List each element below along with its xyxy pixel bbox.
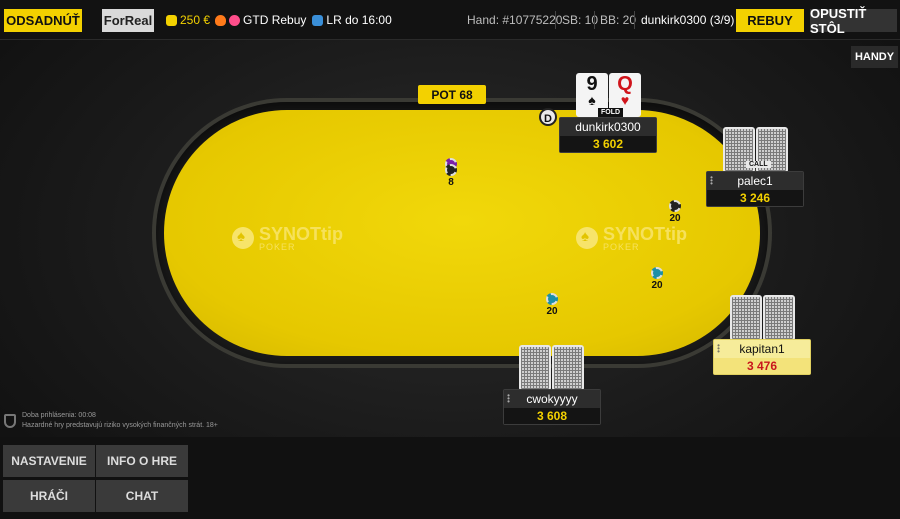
heart-icon: [229, 14, 241, 26]
menu-dots-icon: • • •: [507, 391, 510, 406]
player-stack: 3 476: [714, 358, 810, 374]
pot-label: POT 68: [418, 85, 486, 104]
user-info: dunkirk0300 (3/9): [641, 13, 735, 27]
table-logo-left: SYNOTtipPOKER: [232, 224, 343, 252]
top-bar: ODSADNÚŤ ForReal 250 € GTD Rebuy LR do 1…: [0, 0, 900, 40]
divider: [634, 11, 635, 29]
card-back: [519, 345, 551, 391]
login-duration: Doba prihlásenia: 00:08: [22, 412, 96, 419]
player-name: cwokyyyy: [504, 390, 600, 408]
hand-number: Hand: #10775220: [467, 13, 563, 27]
player-name: dunkirk0300: [560, 118, 656, 136]
chat-button[interactable]: CHAT: [96, 480, 188, 512]
moneybag-icon: [166, 14, 177, 26]
card-back: [552, 345, 584, 391]
bet-amount: 20: [546, 306, 558, 317]
player-seat-cwokyyyy[interactable]: • • • cwokyyyy 3 608: [503, 389, 601, 425]
hands-button[interactable]: HANDY: [851, 46, 898, 68]
player-name: palec1: [707, 172, 803, 190]
leave-table-button[interactable]: OPUSTIŤ STÔL: [810, 6, 897, 36]
chip-icon: [651, 267, 663, 279]
bet-amount: 20: [669, 213, 681, 224]
spade-logo-icon: [576, 227, 598, 249]
spade-suit-icon: ♠: [588, 92, 596, 108]
rebuy-button[interactable]: REBUY: [736, 9, 804, 32]
fire-icon: [215, 14, 227, 26]
player-seat-kapitan[interactable]: • • • kapitan1 3 476: [713, 339, 811, 375]
refresh-icon: [312, 14, 324, 26]
menu-dots-icon: • • •: [717, 341, 720, 356]
shield-icon: [4, 414, 16, 428]
logo-text: SYNOTtip: [259, 224, 343, 244]
sit-out-button[interactable]: ODSADNÚŤ: [4, 9, 82, 32]
player-stack: 3 608: [504, 408, 600, 424]
players-button[interactable]: HRÁČI: [3, 480, 95, 512]
divider: [594, 11, 595, 29]
player-name: kapitan1: [714, 340, 810, 358]
big-blind: BB: 20: [600, 13, 637, 27]
bet-amount: 8: [448, 177, 454, 188]
gambling-warning: Hazardné hry predstavujú riziko vysokých…: [22, 422, 218, 429]
game-info-button[interactable]: INFO O HRE: [96, 445, 188, 477]
chip-icon: [669, 200, 681, 212]
menu-dots-icon: • • •: [710, 173, 713, 188]
late-registration: LR do 16:00: [326, 13, 392, 27]
dealer-button: D: [539, 108, 557, 126]
bet-amount: 20: [651, 280, 663, 291]
tournament-name: GTD Rebuy: [243, 13, 307, 27]
mode-badge: ForReal: [102, 9, 154, 32]
player-stack: 3 602: [560, 136, 656, 152]
fold-tag: FOLD: [598, 108, 624, 117]
heart-suit-icon: ♥: [620, 92, 630, 108]
login-info: Doba prihlásenia: 00:08 Hazardné hry pre…: [4, 411, 218, 431]
call-tag: CALL: [746, 161, 771, 168]
settings-button[interactable]: NASTAVENIE: [3, 445, 95, 477]
divider: [555, 11, 556, 29]
spade-logo-icon: [232, 227, 254, 249]
logo-text: SYNOTtip: [603, 224, 687, 244]
small-blind: SB: 10: [562, 13, 599, 27]
player-stack: 3 246: [707, 190, 803, 206]
player-seat-palec[interactable]: • • • palec1 3 246: [706, 171, 804, 207]
table-logo-right: SYNOTtipPOKER: [576, 224, 687, 252]
chip-icon: [445, 164, 457, 176]
chip-icon: [546, 293, 558, 305]
card-back: [730, 295, 762, 341]
balance: 250 €: [180, 13, 211, 27]
bottom-panel: NASTAVENIE INFO O HRE HRÁČI CHAT: [0, 437, 900, 519]
balance-group: 250 € GTD Rebuy LR do 16:00: [166, 0, 392, 40]
card-back: [763, 295, 795, 341]
player-seat-dunkirk[interactable]: dunkirk0300 3 602: [559, 117, 657, 153]
